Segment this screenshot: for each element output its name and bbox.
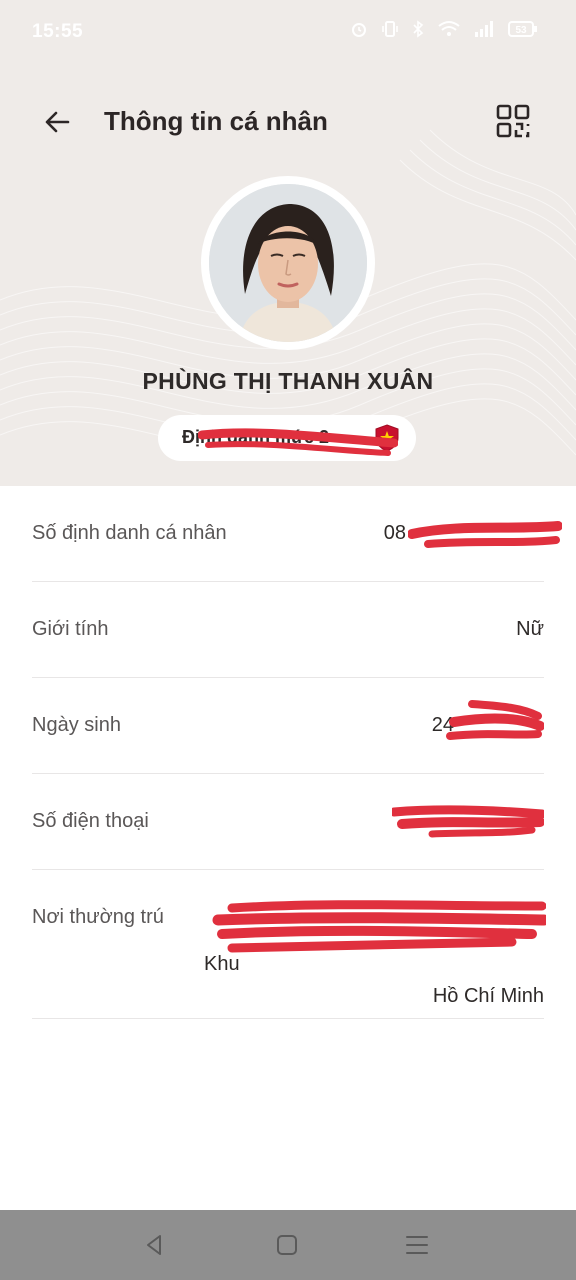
permanent-address-label: Nơi thường trú [32,906,164,928]
arrow-left-icon [45,111,70,133]
permanent-address-value: Khu Hồ Chí Minh [204,916,544,1012]
info-row-id-number: Số định danh cá nhân 08 [32,486,562,582]
birth-date-value: 24 [431,714,454,736]
profile-header-background: 15:55 53 Thông tin cá nhân PHÙNG THỊ THA… [0,0,576,486]
alarm-icon [350,20,368,43]
status-icons: 53 [350,20,538,43]
svg-text:53: 53 [515,25,527,36]
gender-value: Nữ [516,618,544,640]
system-navigation-bar [0,1210,576,1280]
status-bar: 15:55 53 [0,0,576,64]
nav-back-button[interactable] [140,1230,170,1260]
qr-code-icon [496,104,530,138]
info-row-birth-date: Ngày sinh 24 [32,678,544,774]
home-nav-icon [277,1235,297,1255]
redaction-mark [392,805,544,838]
personal-info-list: Số định danh cá nhân 08 Giới tính Nữ Ngà… [32,486,562,1019]
identification-level-label: Định danh mức 2 [182,427,330,447]
redaction-mark [446,700,544,740]
phone-label: Số điện thoại [32,810,149,832]
info-row-phone: Số điện thoại [32,774,544,870]
gender-label: Giới tính [32,618,109,640]
redaction-mark [408,521,562,548]
police-badge-icon [375,424,399,452]
id-number-value: 08 [383,522,406,544]
identification-level-chip[interactable]: Định danh mức 2 [158,415,416,461]
portrait-photo [209,184,367,342]
wifi-icon [438,20,460,43]
back-nav-icon [147,1235,161,1255]
avatar-frame [201,176,375,350]
avatar [209,184,367,342]
status-time: 15:55 [32,21,84,42]
birth-date-label: Ngày sinh [32,714,121,736]
info-row-gender: Giới tính Nữ [32,582,544,678]
qr-code-button[interactable] [494,102,532,140]
signal-icon [474,20,494,43]
menu-nav-icon [406,1236,428,1254]
address-line-2: Khu [204,953,240,975]
info-row-permanent-address: Nơi thường trú Khu Hồ Chí Minh [32,870,546,1019]
nav-menu-button[interactable] [402,1230,432,1260]
bluetooth-icon [412,20,424,43]
page-title: Thông tin cá nhân [104,106,328,136]
address-line-1 [204,916,544,948]
id-number-label: Số định danh cá nhân [32,522,227,544]
nav-home-button[interactable] [272,1230,302,1260]
back-button[interactable] [40,104,76,140]
vibrate-icon [382,20,398,43]
battery-icon: 53 [508,20,538,43]
person-name: PHÙNG THỊ THANH XUÂN [142,368,434,394]
address-line-3: Hồ Chí Minh [432,985,544,1007]
app-header: Thông tin cá nhân [0,82,576,162]
